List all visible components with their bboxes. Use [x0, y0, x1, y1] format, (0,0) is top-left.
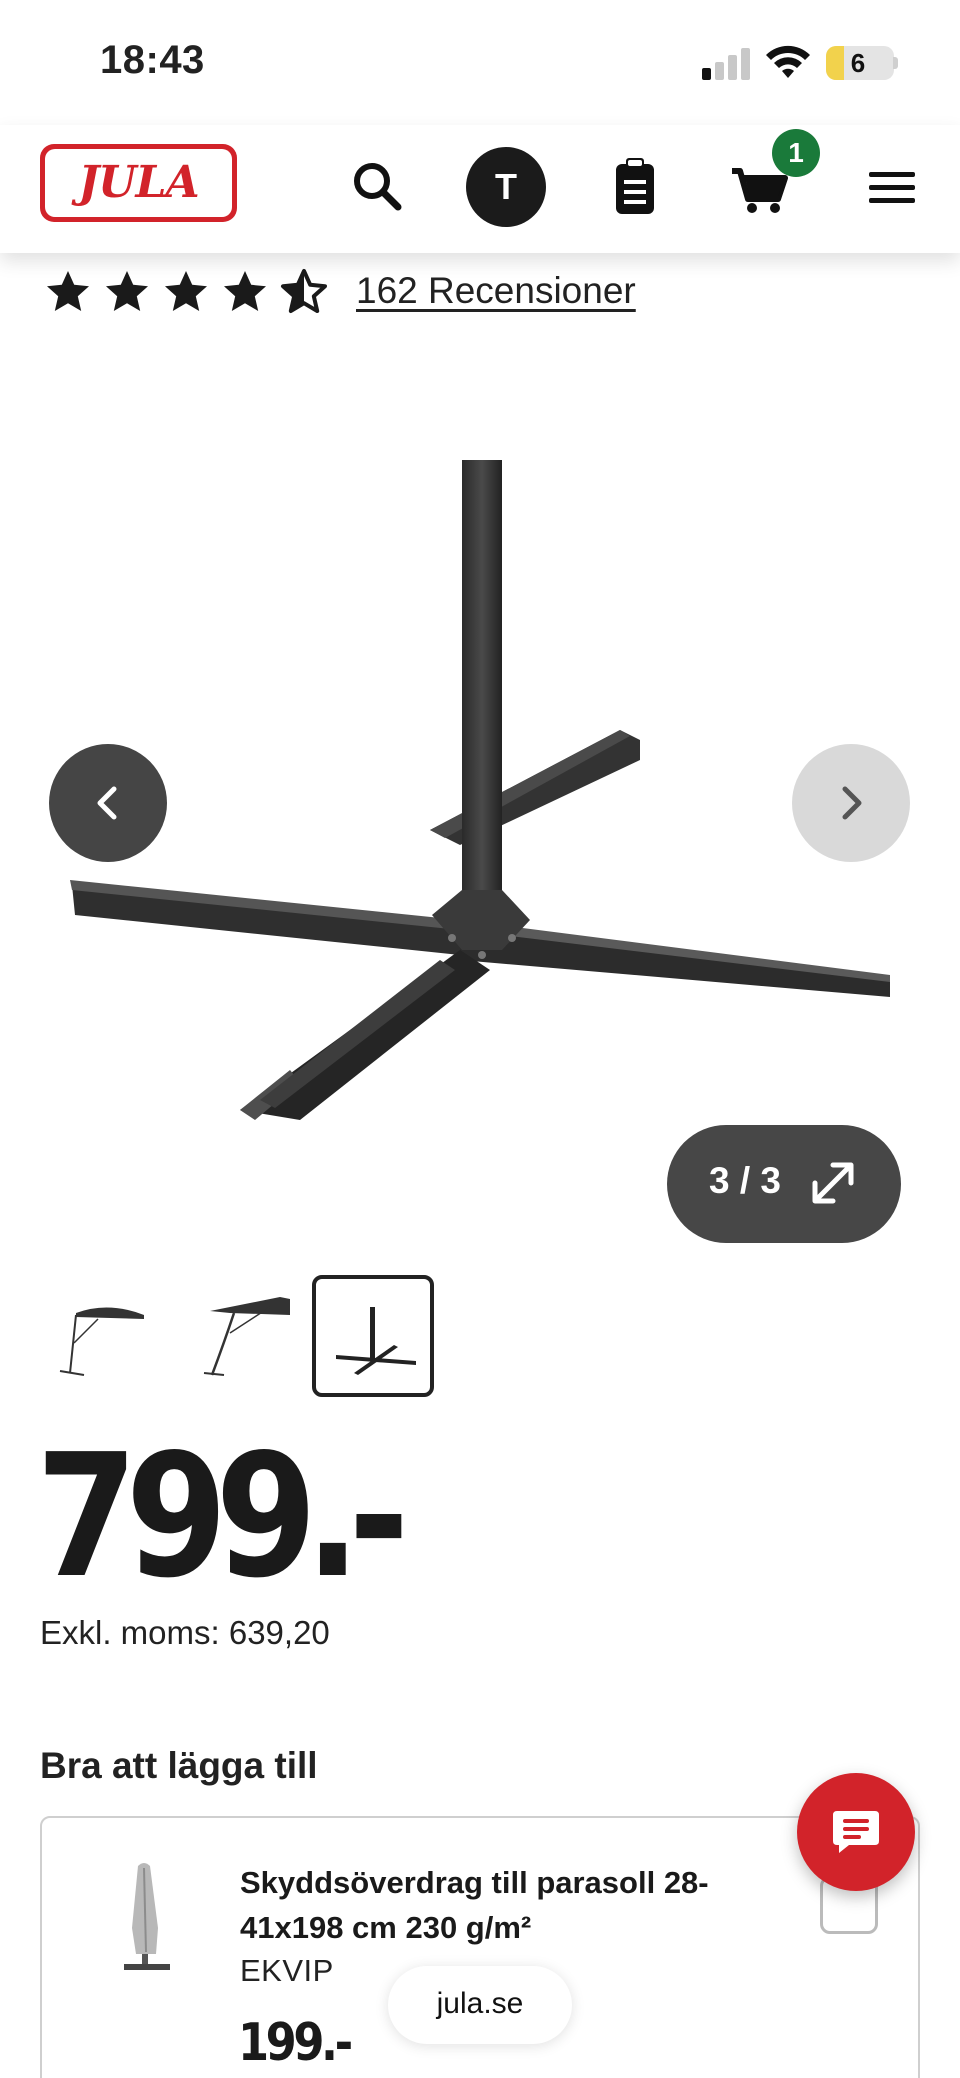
account-avatar-button[interactable]: T	[466, 147, 546, 227]
parasol-base-image[interactable]	[60, 460, 900, 1120]
thumbnail-1[interactable]	[40, 1275, 162, 1397]
thumbnail-2[interactable]	[182, 1275, 304, 1397]
logo-text: JULA	[78, 157, 199, 208]
url-text: jula.se	[436, 1987, 524, 2020]
star-full-icon	[165, 271, 207, 311]
product-gallery: 3 / 3	[0, 330, 960, 1243]
fullscreen-button[interactable]: 3 / 3	[667, 1125, 901, 1243]
browser-address-bar[interactable]: jula.se	[388, 1966, 572, 2044]
battery-level: 6	[850, 48, 866, 78]
site-header: JULA T 1	[0, 125, 960, 253]
parasol-thumbnail-image	[59, 1307, 144, 1376]
parasol-angled-thumbnail-image	[203, 1297, 290, 1376]
product-price: 799.-	[36, 1418, 409, 1616]
addons-heading: Bra att lägga till	[40, 1745, 318, 1786]
clipboard-icon	[616, 158, 654, 214]
star-full-icon	[47, 271, 89, 311]
star-half-icon	[281, 269, 327, 313]
addon-brand: EKVIP	[240, 1953, 334, 1988]
star-full-icon	[106, 271, 148, 311]
wifi-icon	[766, 45, 810, 78]
next-image-button[interactable]	[792, 744, 910, 862]
status-bar: 18:43 6	[0, 0, 960, 125]
chat-bubble-icon	[833, 1811, 879, 1853]
image-counter: 3 / 3	[709, 1160, 781, 1201]
shopping-list-button[interactable]	[593, 145, 677, 229]
base-thumbnail-image	[336, 1307, 416, 1375]
expand-icon	[812, 1162, 854, 1204]
search-icon	[354, 163, 402, 211]
cart-count-badge: 1	[772, 129, 820, 177]
cover-product-image	[124, 1863, 170, 1970]
logo-frame: JULA	[45, 149, 232, 217]
addon-name[interactable]: Skyddsöverdrag till parasoll 28-41x198 c…	[240, 1860, 760, 1950]
addon-price: 199.-	[238, 2013, 353, 2073]
previous-image-button[interactable]	[49, 744, 167, 862]
chevron-left-icon	[97, 786, 117, 820]
battery-icon: 6	[826, 46, 894, 80]
chat-button[interactable]	[797, 1773, 915, 1891]
menu-icon	[869, 172, 915, 203]
status-time: 18:43	[100, 38, 205, 82]
price-excl-vat: Exkl. moms: 639,20	[40, 1614, 330, 1651]
thumbnail-3[interactable]	[312, 1275, 434, 1397]
jula-logo[interactable]: JULA	[40, 144, 237, 222]
product-rating: 162 Recensioner	[44, 268, 744, 318]
search-button[interactable]	[336, 145, 420, 229]
menu-button[interactable]	[850, 145, 934, 229]
thumbnail-strip	[0, 1275, 960, 1397]
chevron-right-icon	[842, 786, 862, 820]
battery-cap	[893, 57, 898, 69]
reviews-link[interactable]: 162 Recensioner	[356, 270, 636, 312]
star-full-icon	[224, 271, 266, 311]
signal-icon	[702, 48, 752, 80]
